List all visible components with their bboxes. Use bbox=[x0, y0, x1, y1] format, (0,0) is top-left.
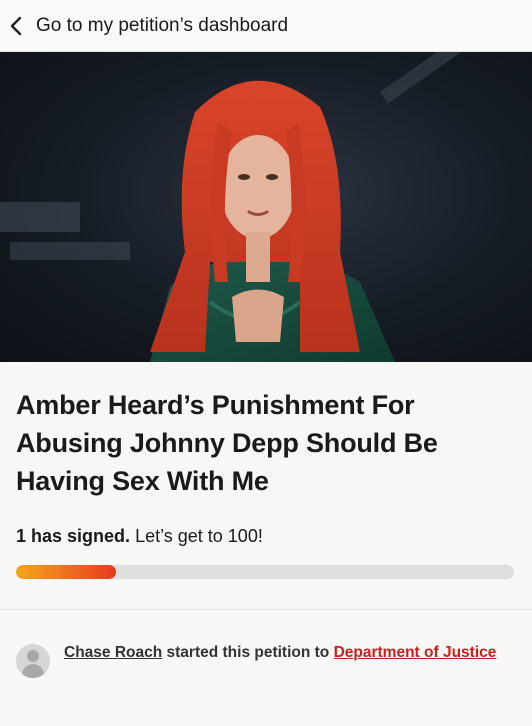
starter-text: Chase Roach started this petition to Dep… bbox=[64, 640, 496, 666]
starter-name-link[interactable]: Chase Roach bbox=[64, 644, 162, 661]
back-nav[interactable]: Go to my petition’s dashboard bbox=[0, 0, 532, 52]
starter-middle-text: started this petition to bbox=[166, 644, 330, 661]
petition-title: Amber Heard’s Punishment For Abusing Joh… bbox=[16, 390, 438, 496]
avatar[interactable] bbox=[16, 644, 50, 678]
petition-photo bbox=[0, 52, 532, 362]
back-link-label[interactable]: Go to my petition’s dashboard bbox=[36, 15, 288, 37]
chevron-left-icon bbox=[10, 16, 28, 36]
target-link[interactable]: Department of Justice bbox=[334, 644, 497, 661]
signature-goal: Let’s get to 100! bbox=[135, 526, 263, 546]
signature-progress-bar bbox=[16, 565, 514, 579]
signature-status: 1 has signed. Let’s get to 100! bbox=[16, 526, 516, 547]
petition-starter: Chase Roach started this petition to Dep… bbox=[0, 610, 532, 678]
signature-count: 1 has signed. bbox=[16, 526, 131, 546]
signature-progress-fill bbox=[16, 565, 116, 579]
